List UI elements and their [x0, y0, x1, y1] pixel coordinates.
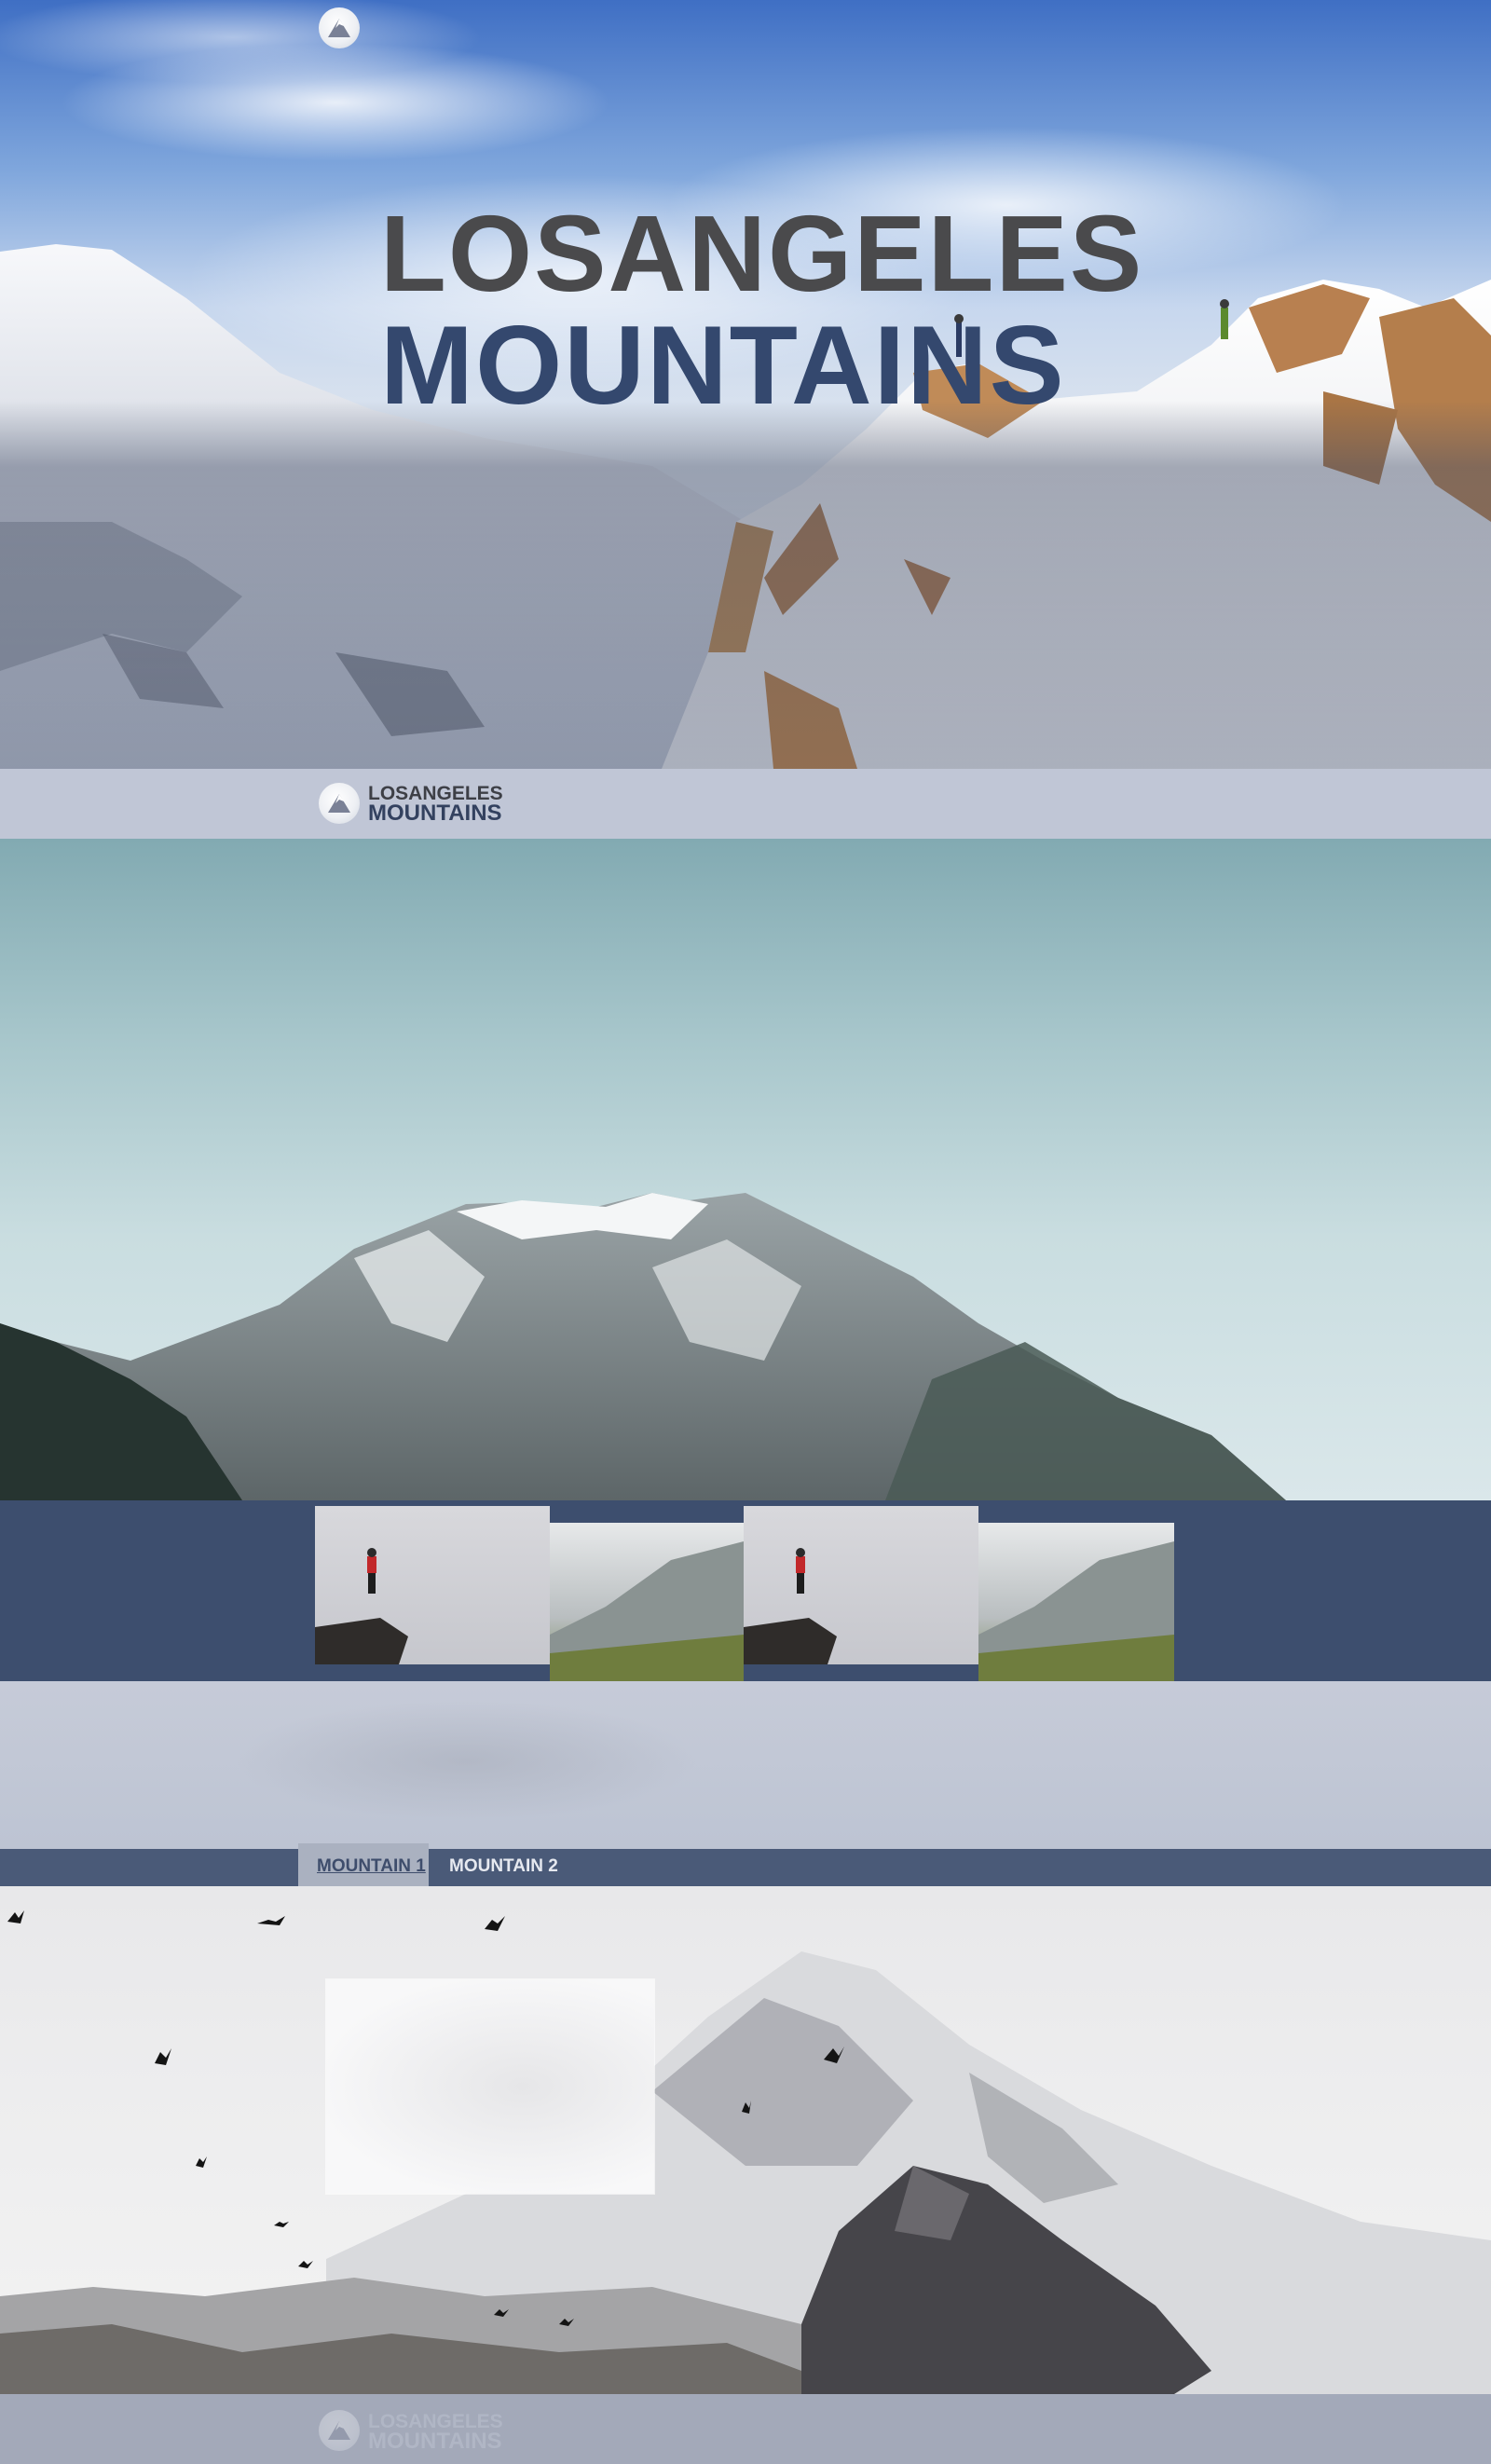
mountain-peak-icon — [328, 19, 350, 37]
nav-bar — [0, 769, 1491, 839]
hero-title-line1: LOSANGELES — [380, 193, 1144, 314]
hiker-photo — [744, 1548, 837, 1664]
mountain-peak-icon — [328, 2421, 350, 2440]
footer — [0, 2394, 1491, 2464]
gallery-thumb-valley[interactable] — [550, 1523, 744, 1681]
content-card — [326, 1979, 654, 2194]
snowy-mountain-section — [0, 1886, 1491, 2394]
mist-band — [0, 1681, 1491, 1849]
hero-logo[interactable] — [319, 7, 360, 48]
hero-overlay — [0, 401, 1491, 769]
nav-logo[interactable] — [319, 783, 360, 824]
hero-section: LOSANGELES MOUNTAINS — [0, 0, 1491, 769]
tab-bar — [0, 1849, 1491, 1886]
hero-title-line2: MOUNTAINS — [380, 309, 1066, 428]
tab-mountain-2[interactable]: MOUNTAIN 2 — [449, 1857, 558, 1875]
gallery-thumb-hiker-2[interactable] — [744, 1506, 978, 1664]
footer-brand-line2: MOUNTAINS — [368, 2429, 502, 2454]
valley-photo — [550, 1541, 744, 1681]
gallery-strip — [0, 1500, 1491, 1681]
hiker-photo — [315, 1548, 408, 1664]
mist-cloud — [233, 1700, 699, 1821]
mountain-peak-icon — [328, 794, 350, 813]
tab-mountain-1-label[interactable]: MOUNTAIN 1 — [317, 1857, 426, 1875]
valley-photo — [978, 1541, 1174, 1681]
gallery-thumb-hiker[interactable] — [315, 1506, 550, 1664]
footer-logo[interactable] — [319, 2410, 360, 2451]
mountain-panorama-section — [0, 839, 1491, 1500]
snowy-mountain-image — [0, 1910, 1491, 2394]
mountain-panorama-image — [0, 1193, 1286, 1500]
gallery-thumb-valley-2[interactable] — [978, 1523, 1174, 1681]
nav-brand-line2[interactable]: MOUNTAINS — [368, 802, 502, 825]
